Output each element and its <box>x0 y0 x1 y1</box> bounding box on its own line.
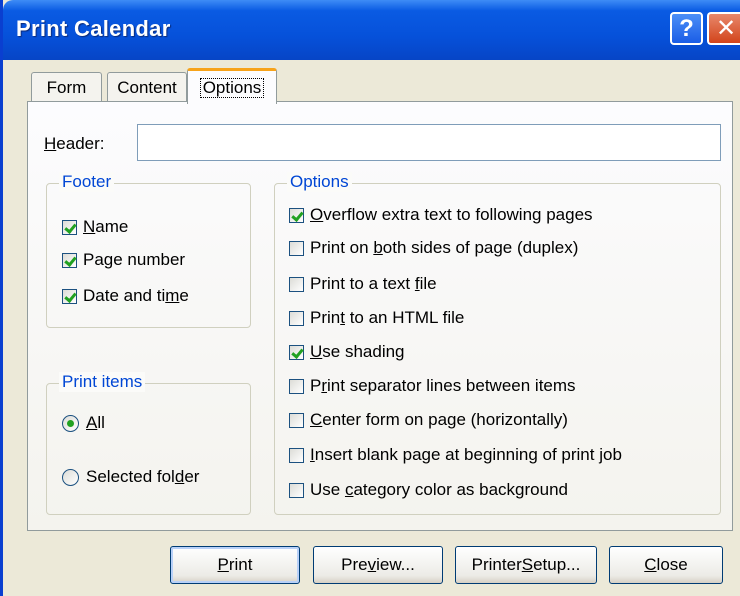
option-overflow-checkbox[interactable]: Overflow extra text to following pages <box>289 205 593 225</box>
close-window-button[interactable]: ✕ <box>707 12 740 45</box>
option-overflow-label: Overflow extra text to following pages <box>310 205 593 224</box>
footer-page-number-label: Page number <box>83 250 186 269</box>
option-text-file-checkbox[interactable]: Print to a text file <box>289 274 437 294</box>
help-icon: ? <box>679 14 694 42</box>
footer-page-number-checkbox[interactable]: Page number <box>62 250 185 270</box>
checkbox-unchecked-icon[interactable] <box>289 482 304 498</box>
title-bar[interactable]: Print Calendar ? ✕ <box>3 0 740 60</box>
checkbox-unchecked-icon[interactable] <box>289 447 304 463</box>
option-center-form-label: Center form on page (horizontally) <box>310 410 568 429</box>
footer-name-label: Name <box>83 217 129 236</box>
tab-form[interactable]: Form <box>31 72 102 102</box>
print-button[interactable]: Print <box>170 546 300 584</box>
footer-group-title: Footer <box>59 172 115 192</box>
print-items-group-title: Print items <box>59 372 146 392</box>
checkbox-unchecked-icon[interactable] <box>289 276 304 292</box>
help-button[interactable]: ? <box>670 12 703 45</box>
footer-date-time-label: Date and time <box>83 286 189 305</box>
checkbox-checked-icon[interactable] <box>289 207 304 223</box>
checkbox-checked-icon[interactable] <box>62 219 77 235</box>
footer-date-time-checkbox[interactable]: Date and time <box>62 286 189 306</box>
radio-unselected-icon[interactable] <box>62 468 79 486</box>
print-items-selected-folder-label: Selected folder <box>86 467 200 486</box>
header-input[interactable] <box>137 124 721 161</box>
print-items-all-label: All <box>86 413 105 432</box>
checkbox-unchecked-icon[interactable] <box>289 240 304 256</box>
print-items-group: Print items <box>46 372 251 515</box>
footer-name-checkbox[interactable]: Name <box>62 217 128 237</box>
options-group-title: Options <box>287 172 352 192</box>
checkbox-unchecked-icon[interactable] <box>289 412 304 428</box>
checkbox-checked-icon[interactable] <box>62 252 77 268</box>
tab-content-label: Content <box>117 77 177 97</box>
checkbox-unchecked-icon[interactable] <box>289 310 304 326</box>
option-html-file-label: Print to an HTML file <box>310 308 465 327</box>
option-shading-label: Use shading <box>310 342 405 361</box>
option-separator-lines-label: Print separator lines between items <box>310 376 576 395</box>
tab-options-label: Options <box>199 77 265 98</box>
option-html-file-checkbox[interactable]: Print to an HTML file <box>289 308 464 328</box>
option-category-color-label: Use category color as background <box>310 480 568 499</box>
option-duplex-label: Print on both sides of page (duplex) <box>310 238 579 257</box>
tab-content[interactable]: Content <box>107 72 187 102</box>
close-button[interactable]: Close <box>609 546 723 584</box>
option-duplex-checkbox[interactable]: Print on both sides of page (duplex) <box>289 238 578 258</box>
preview-button[interactable]: Pre v iew... <box>313 546 443 584</box>
checkbox-checked-icon[interactable] <box>289 344 304 360</box>
option-text-file-label: Print to a text file <box>310 274 437 293</box>
tab-form-label: Form <box>46 77 87 97</box>
tab-options[interactable]: Options <box>187 68 277 104</box>
print-items-all-radio[interactable]: All <box>62 413 105 433</box>
close-icon: ✕ <box>715 15 737 42</box>
print-items-selected-folder-radio[interactable]: Selected folder <box>62 467 199 487</box>
checkbox-checked-icon[interactable] <box>62 288 77 304</box>
option-center-form-checkbox[interactable]: Center form on page (horizontally) <box>289 410 568 430</box>
printer-setup-button[interactable]: Printer Setup... <box>455 546 597 584</box>
radio-selected-icon[interactable] <box>62 414 79 432</box>
checkbox-unchecked-icon[interactable] <box>289 378 304 394</box>
option-blank-page-checkbox[interactable]: Insert blank page at beginning of print … <box>289 445 622 465</box>
option-separator-lines-checkbox[interactable]: Print separator lines between items <box>289 376 576 396</box>
option-category-color-checkbox[interactable]: Use category color as background <box>289 480 568 500</box>
print-calendar-dialog: Print Calendar ? ✕ Form Content Options … <box>0 0 740 596</box>
window-title: Print Calendar <box>16 16 171 41</box>
option-blank-page-label: Insert blank page at beginning of print … <box>310 445 622 464</box>
option-shading-checkbox[interactable]: Use shading <box>289 342 405 362</box>
header-label: Header: <box>44 134 105 153</box>
